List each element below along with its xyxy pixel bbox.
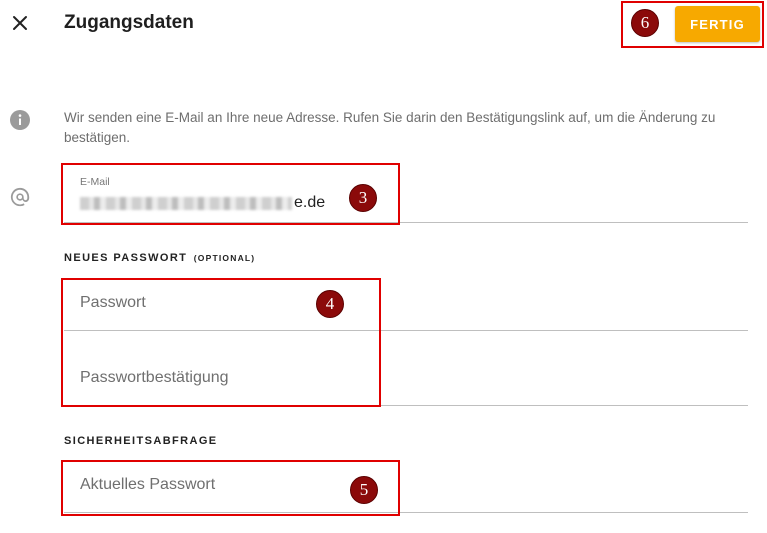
annotation-badge-new-password: 4 [316,290,344,318]
new-password-section-title: NEUES PASSWORT (OPTIONAL) [64,252,256,264]
info-icon [10,110,30,130]
security-section-title: SICHERHEITSABFRAGE [64,435,218,447]
annotation-badge-done: 6 [631,9,659,37]
optional-hint: (OPTIONAL) [193,253,256,263]
page-title: Zugangsdaten [64,12,194,33]
at-icon [9,186,31,208]
info-text: Wir senden eine E-Mail an Ihre neue Adre… [64,110,716,145]
annotation-badge-current-password: 5 [350,476,378,504]
close-icon[interactable] [9,12,31,34]
annotation-badge-email: 3 [349,184,377,212]
